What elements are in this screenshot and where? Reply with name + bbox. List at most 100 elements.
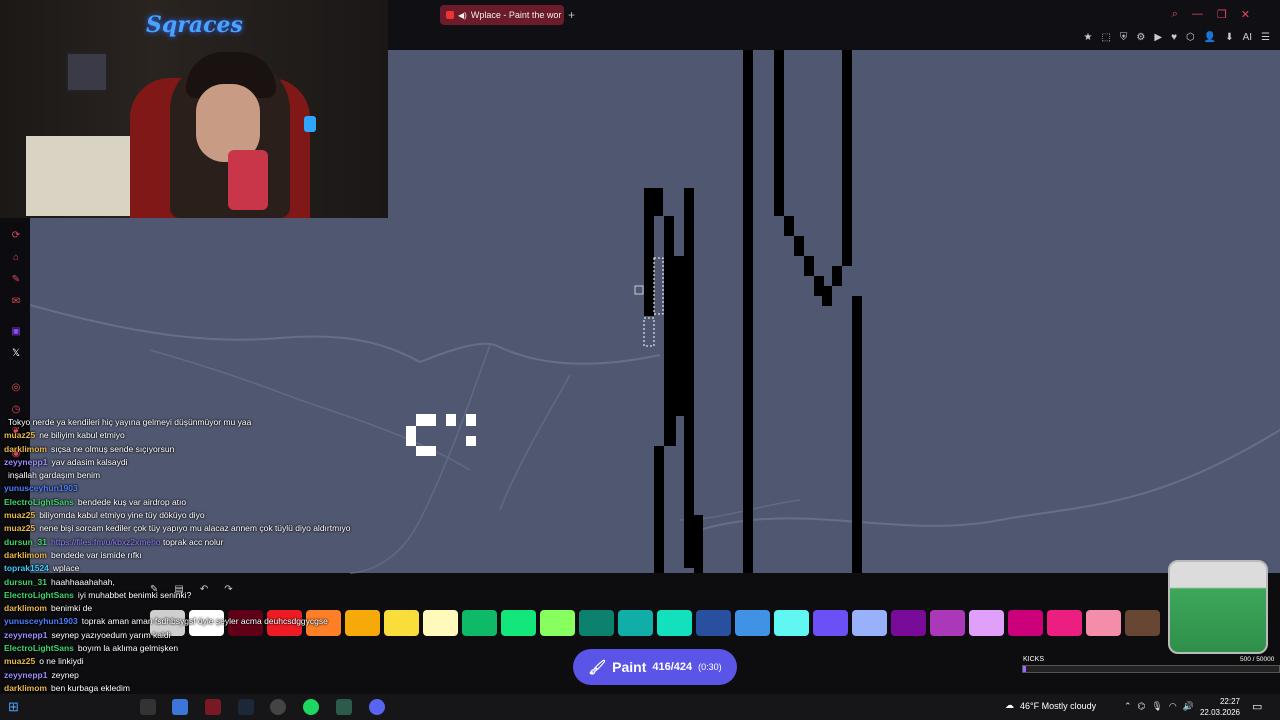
cloud-icon: ☁ [1005, 700, 1014, 710]
palette-color-swatch[interactable] [501, 610, 536, 636]
palette-color-swatch[interactable] [618, 610, 653, 636]
wifi-icon[interactable]: ◠ [1169, 701, 1177, 712]
palette-color-swatch[interactable] [1086, 610, 1121, 636]
chat-username[interactable]: darklimom [4, 683, 47, 693]
chat-username[interactable]: muaz25 [4, 656, 35, 666]
chat-text: o ne linkiydi [39, 656, 84, 667]
mic-icon[interactable]: 🎙 [1151, 701, 1162, 712]
weather-widget[interactable]: ☁ 46°F Mostly cloudy [1005, 700, 1096, 711]
home-icon: ⌂ [12, 252, 20, 263]
kicks-label: KICKS [1023, 656, 1045, 663]
chat-username[interactable]: toprak1524 [4, 563, 49, 573]
palette-color-swatch[interactable] [1047, 610, 1082, 636]
chat-username[interactable]: dursun_31 [4, 537, 47, 547]
chat-username[interactable]: yunusceyhun1903 [4, 616, 78, 626]
play-icon[interactable]: ▶ [1154, 32, 1162, 43]
tab-wplace[interactable]: ◀) Wplace - Paint the wor [440, 5, 564, 25]
chat-username[interactable]: darklimom [4, 444, 47, 454]
blue-lamp [304, 116, 316, 132]
palette-color-swatch[interactable] [462, 610, 497, 636]
search-icon[interactable]: ⌕ [1172, 8, 1178, 21]
chat-username[interactable]: ElectroLightSans [4, 497, 74, 507]
volume-icon[interactable]: 🔊 [1183, 701, 1194, 712]
speaker-icon[interactable]: ◀) [458, 11, 467, 20]
twitch-icon: ▣ [11, 326, 21, 337]
bookmark-icon[interactable]: ★ [1083, 32, 1092, 43]
taskbar-app-icon[interactable] [336, 699, 352, 715]
chat-message: ElectroLightSans boyım la aklıma gelmişke… [0, 642, 390, 655]
maximize-button[interactable]: ❐ [1217, 8, 1227, 21]
palette-color-swatch[interactable] [852, 610, 887, 636]
settings-icon[interactable]: ⚙ [1136, 32, 1145, 43]
chat-username[interactable]: ElectroLightSans [4, 590, 74, 600]
palette-color-swatch[interactable] [735, 610, 770, 636]
palette-color-swatch[interactable] [969, 610, 1004, 636]
close-button[interactable]: ✕ [1241, 8, 1250, 21]
extensions-icon[interactable]: ⬡ [1186, 32, 1195, 43]
chevron-up-icon[interactable]: ⌃ [1124, 701, 1132, 712]
chat-text: boyım la aklıma gelmişken [77, 643, 179, 654]
screenshot-icon[interactable]: ⬚ [1101, 32, 1110, 43]
chat-text: zeynep [51, 669, 79, 680]
shield-icon[interactable]: ⛨ [1120, 32, 1128, 43]
map-canvas[interactable] [388, 50, 1280, 573]
chat-text: toprak acc nolur [162, 536, 224, 547]
palette-color-swatch[interactable] [1125, 610, 1160, 636]
clock-date: 22.03.2026 [1199, 708, 1240, 717]
chat-username[interactable]: muaz25 [4, 510, 35, 520]
spotify-icon[interactable] [303, 699, 319, 715]
palette-color-swatch[interactable] [579, 610, 614, 636]
menu-icon[interactable]: ☰ [1261, 32, 1270, 43]
profile-icon[interactable]: 👤 [1204, 32, 1216, 43]
discord-icon[interactable] [369, 699, 385, 715]
palette-color-swatch[interactable] [1008, 610, 1043, 636]
chat-message: yunusceyhun1903 toprak aman aman fsdhbsyg… [0, 615, 390, 628]
stream-logo: Sqraces [146, 12, 243, 38]
target-icon: ◎ [11, 382, 21, 393]
network-icon[interactable]: ⌬ [1138, 701, 1146, 712]
kicks-progress-bar [1022, 665, 1280, 673]
chat-username[interactable]: muaz25 [4, 430, 35, 440]
heart-icon[interactable]: ♥ [1171, 32, 1177, 43]
palette-color-swatch[interactable] [774, 610, 809, 636]
chat-username[interactable]: ElectroLightSans [4, 643, 74, 653]
chat-username[interactable]: yunusceyhun1903 [4, 483, 78, 493]
palette-color-swatch[interactable] [696, 610, 731, 636]
windows-start-icon[interactable]: ⊞ [8, 699, 24, 715]
brush-icon: 🖌 [588, 658, 607, 675]
palette-color-swatch[interactable] [423, 610, 458, 636]
paint-button[interactable]: 🖌 Paint 416/424 (0:30) [573, 649, 737, 685]
kicks-count: 500 / 50000 [1240, 656, 1275, 663]
chat-message: yunusceyhun1903 [0, 482, 390, 495]
taskbar-app-icon[interactable] [140, 699, 156, 715]
new-tab-button[interactable]: + [568, 8, 575, 22]
chat-username[interactable]: dursun_31 [4, 577, 47, 587]
palette-color-swatch[interactable] [540, 610, 575, 636]
chat-username[interactable]: darklimom [4, 550, 47, 560]
minimize-button[interactable]: — [1192, 8, 1203, 21]
palette-color-swatch[interactable] [813, 610, 848, 636]
palette-color-swatch[interactable] [891, 610, 926, 636]
chat-username[interactable]: zeyynepp1 [4, 630, 47, 640]
notification-icon[interactable]: ▭ [1252, 700, 1262, 713]
opera-icon[interactable] [205, 699, 221, 715]
obs-icon[interactable] [270, 699, 286, 715]
palette-color-swatch[interactable] [930, 610, 965, 636]
paint-count: 416/424 [652, 661, 693, 673]
palette-color-swatch[interactable] [657, 610, 692, 636]
taskbar-clock[interactable]: 22:27 22.03.2026 [1198, 696, 1240, 718]
ai-icon[interactable]: AI [1243, 32, 1252, 43]
download-icon[interactable]: ⬇ [1225, 32, 1233, 43]
chat-username[interactable]: darklimom [4, 603, 47, 613]
chat-username[interactable]: muaz25 [4, 523, 35, 533]
chat-text: ne biliyim kabul etmiyo [39, 430, 125, 441]
chat-username[interactable]: zeyynepp1 [4, 670, 47, 680]
chat-message: toprak1524 wplace [0, 562, 390, 575]
taskbar-app-icon[interactable] [172, 699, 188, 715]
steam-icon[interactable] [238, 699, 254, 715]
chat-link[interactable]: https://files.fm/u/kbxz2xmeho [51, 537, 161, 547]
paint-label: Paint [612, 659, 647, 675]
clock-icon: ◷ [11, 404, 21, 415]
mail-icon: ✉ [11, 296, 21, 307]
chat-username[interactable]: zeyynepp1 [4, 457, 47, 467]
